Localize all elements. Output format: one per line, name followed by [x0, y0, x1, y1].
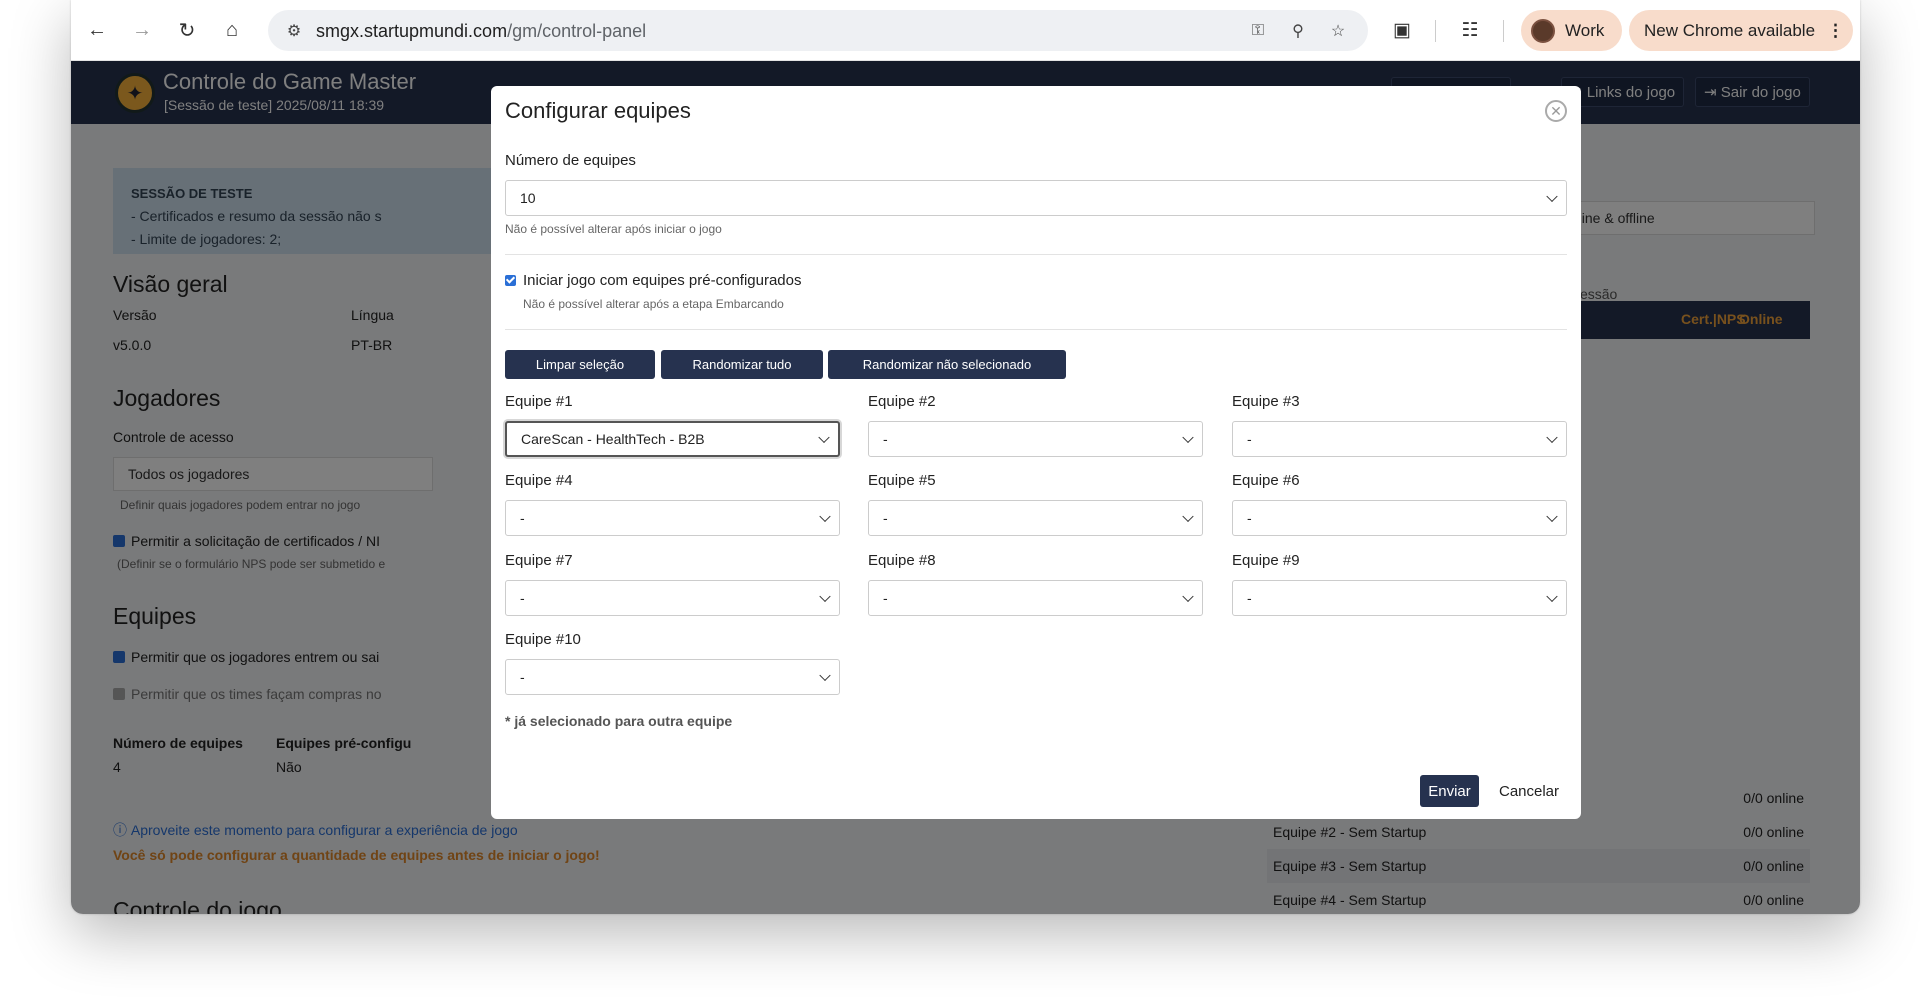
team-6-value: -: [1247, 510, 1252, 526]
reload-icon[interactable]: ↻: [171, 14, 203, 46]
url-host: smgx.startupmundi.com: [316, 21, 508, 41]
team-1-select[interactable]: CareScan - HealthTech - B2B: [505, 421, 840, 457]
profile-label: Work: [1565, 20, 1605, 40]
menu-dots-icon[interactable]: ⋮: [1827, 21, 1844, 41]
cancel-button[interactable]: Cancelar: [1490, 775, 1568, 807]
team-7-value: -: [520, 590, 525, 606]
team-6-label: Equipe #6: [1232, 472, 1300, 489]
close-icon[interactable]: ✕: [1545, 100, 1567, 122]
preconf-check-label: Iniciar jogo com equipes pré-configurado…: [523, 272, 802, 289]
profile-button[interactable]: Work: [1521, 10, 1622, 51]
browser-window: ← → ↻ ⌂ ⚙ smgx.startupmundi.com/gm/contr…: [71, 0, 1860, 914]
team-4-label: Equipe #4: [505, 472, 573, 489]
team-2-label: Equipe #2: [868, 393, 936, 410]
bookmark-star-icon[interactable]: ☆: [1326, 19, 1350, 43]
chevron-down-icon: [819, 590, 831, 603]
team-5-label: Equipe #5: [868, 472, 936, 489]
toolbar-separator: [1503, 20, 1504, 42]
divider: [505, 329, 1567, 330]
team-4-value: -: [520, 510, 525, 526]
already-selected-note: * já selecionado para outra equipe: [505, 713, 733, 729]
team-5-select[interactable]: -: [868, 500, 1203, 536]
team-4-select[interactable]: -: [505, 500, 840, 536]
randomize-all-button[interactable]: Randomizar tudo: [661, 350, 823, 379]
forward-icon[interactable]: →: [126, 14, 158, 46]
chevron-down-icon: [1182, 590, 1194, 603]
team-10-select[interactable]: -: [505, 659, 840, 695]
team-3-label: Equipe #3: [1232, 393, 1300, 410]
team-5-value: -: [883, 510, 888, 526]
home-icon[interactable]: ⌂: [216, 14, 248, 46]
chevron-down-icon: [819, 510, 831, 523]
team-2-value: -: [883, 431, 888, 447]
toolbar-separator: [1435, 20, 1436, 42]
num-teams-label: Número de equipes: [505, 152, 636, 169]
num-teams-help: Não é possível alterar após iniciar o jo…: [505, 222, 722, 236]
team-8-select[interactable]: -: [868, 580, 1203, 616]
team-1-label: Equipe #1: [505, 393, 573, 410]
extensions-icon[interactable]: ▣: [1386, 14, 1418, 46]
team-9-label: Equipe #9: [1232, 552, 1300, 569]
team-2-select[interactable]: -: [868, 421, 1203, 457]
chevron-down-icon: [818, 431, 830, 444]
back-icon[interactable]: ←: [81, 14, 113, 46]
num-teams-value: 10: [520, 190, 536, 206]
preconf-checkbox[interactable]: Iniciar jogo com equipes pré-configurado…: [505, 272, 802, 289]
team-3-select[interactable]: -: [1232, 421, 1567, 457]
chevron-down-icon: [1546, 190, 1558, 203]
team-10-value: -: [520, 669, 525, 685]
clear-selection-button[interactable]: Limpar seleção: [505, 350, 655, 379]
browser-toolbar: ← → ↻ ⌂ ⚙ smgx.startupmundi.com/gm/contr…: [71, 0, 1860, 61]
team-8-value: -: [883, 590, 888, 606]
checkbox-icon[interactable]: [505, 275, 516, 286]
chevron-down-icon: [1546, 590, 1558, 603]
configure-teams-modal: Configurar equipes ✕ Número de equipes 1…: [491, 86, 1581, 819]
preconf-help: Não é possível alterar após a etapa Emba…: [523, 297, 784, 311]
chevron-down-icon: [1182, 431, 1194, 444]
chevron-down-icon: [1182, 510, 1194, 523]
url-text[interactable]: smgx.startupmundi.com/gm/control-panel: [316, 21, 646, 42]
divider: [505, 254, 1567, 255]
url-path: /gm/control-panel: [507, 21, 647, 41]
update-label: New Chrome available: [1644, 20, 1816, 40]
submit-button[interactable]: Enviar: [1420, 775, 1479, 807]
site-info-icon[interactable]: ⚙: [282, 19, 306, 43]
randomize-unselected-button[interactable]: Randomizar não selecionado: [828, 350, 1066, 379]
chevron-down-icon: [1546, 510, 1558, 523]
password-key-icon[interactable]: ⚿: [1246, 19, 1270, 43]
modal-title: Configurar equipes: [505, 98, 691, 123]
team-10-label: Equipe #10: [505, 631, 581, 648]
team-3-value: -: [1247, 431, 1252, 447]
team-8-label: Equipe #8: [868, 552, 936, 569]
zoom-icon[interactable]: ⚲: [1286, 19, 1310, 43]
num-teams-select[interactable]: 10: [505, 180, 1567, 216]
reading-list-icon[interactable]: ☷: [1454, 14, 1486, 46]
team-6-select[interactable]: -: [1232, 500, 1567, 536]
team-9-select[interactable]: -: [1232, 580, 1567, 616]
chrome-update-button[interactable]: New Chrome available ⋮: [1629, 10, 1853, 51]
team-7-label: Equipe #7: [505, 552, 573, 569]
address-bar[interactable]: ⚙ smgx.startupmundi.com/gm/control-panel…: [268, 10, 1368, 51]
avatar: [1531, 18, 1555, 43]
chevron-down-icon: [1546, 431, 1558, 444]
team-7-select[interactable]: -: [505, 580, 840, 616]
chevron-down-icon: [819, 669, 831, 682]
team-9-value: -: [1247, 590, 1252, 606]
team-1-value: CareScan - HealthTech - B2B: [521, 431, 705, 447]
